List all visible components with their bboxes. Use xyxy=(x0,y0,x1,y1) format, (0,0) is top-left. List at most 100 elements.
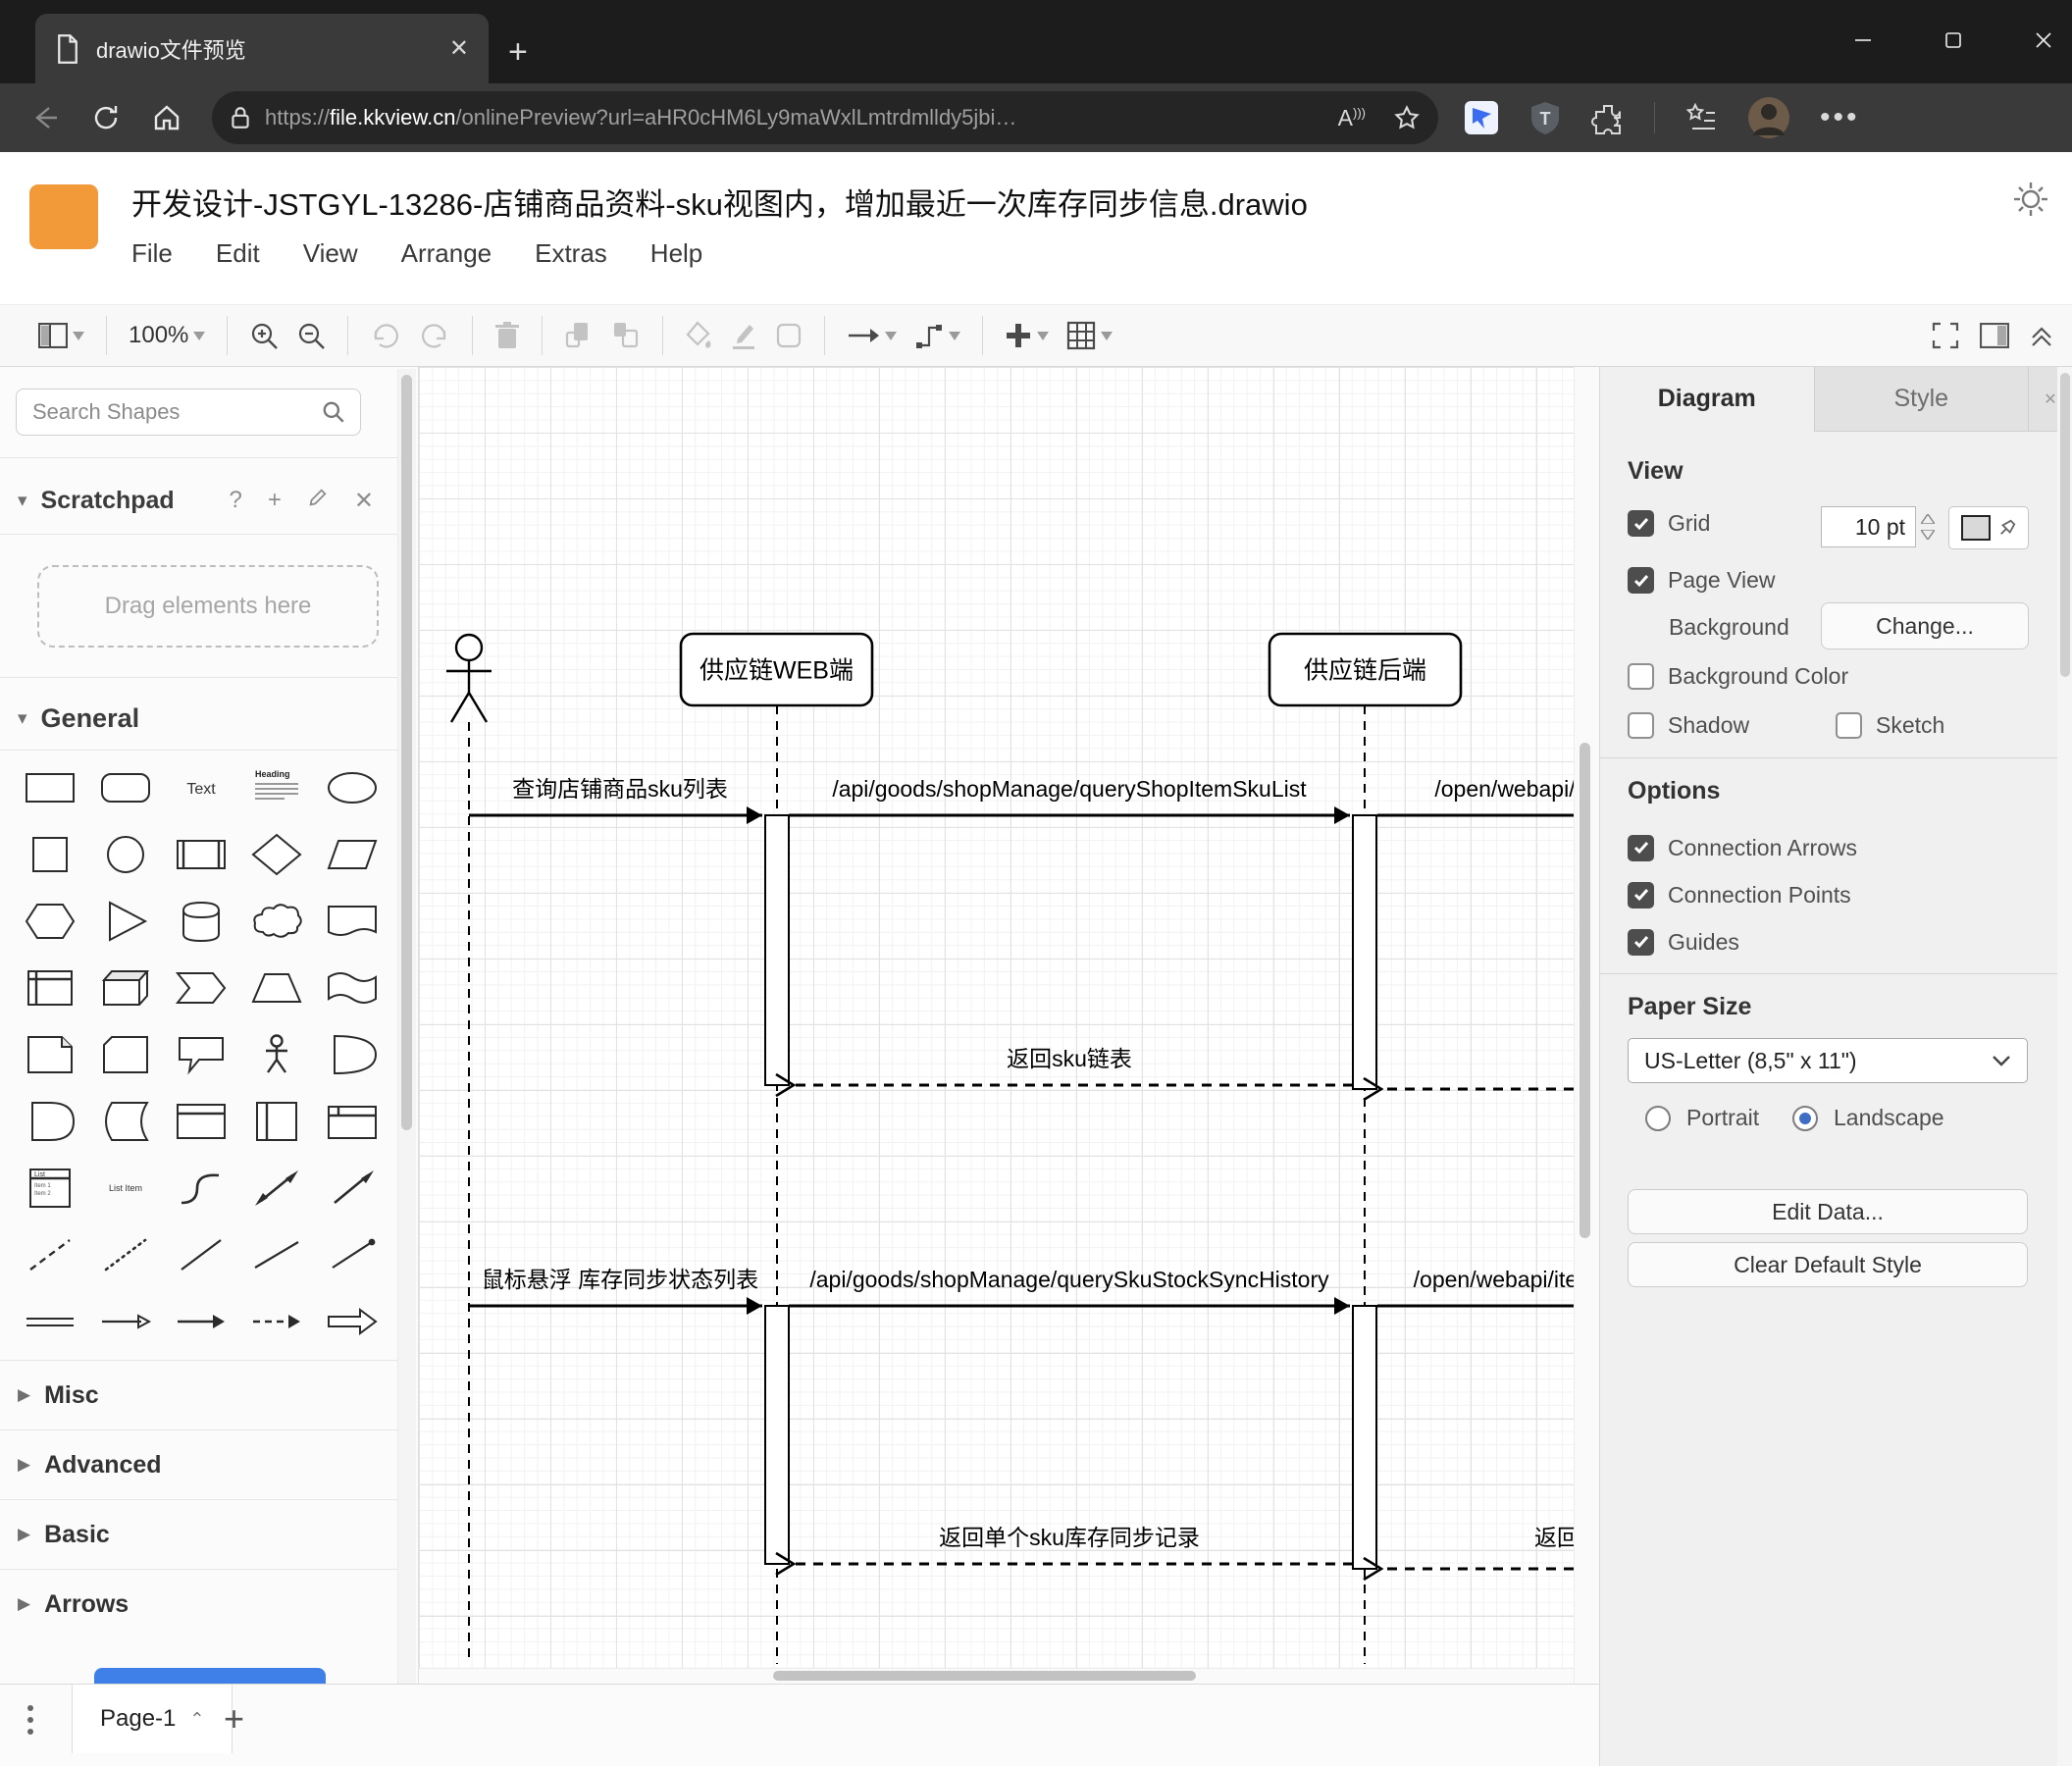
shape-text[interactable]: Text xyxy=(163,754,238,821)
edit-data-button[interactable]: Edit Data... xyxy=(1628,1189,2028,1234)
landscape-radio[interactable] xyxy=(1792,1105,1818,1131)
zoom-level-button[interactable]: 100% xyxy=(120,312,214,359)
shape-line[interactable] xyxy=(163,1221,238,1288)
section-advanced[interactable]: ▶ Advanced xyxy=(0,1429,397,1499)
shape-internal-storage[interactable] xyxy=(12,955,87,1021)
shape-filled-arrow[interactable] xyxy=(314,1288,389,1355)
shape-horizontal-container[interactable] xyxy=(314,1088,389,1155)
shape-ellipse[interactable] xyxy=(314,754,389,821)
line-color-button[interactable] xyxy=(721,312,766,359)
edit-scratchpad-icon[interactable] xyxy=(307,487,329,515)
read-aloud-icon[interactable]: A))) xyxy=(1338,105,1366,131)
window-minimize-button[interactable] xyxy=(1840,18,1886,63)
close-scratchpad-icon[interactable]: ✕ xyxy=(354,487,374,515)
shape-trapezoid[interactable] xyxy=(238,955,314,1021)
canvas-vertical-scrollbar-thumb[interactable] xyxy=(1580,743,1590,1238)
shape-actor[interactable] xyxy=(238,1021,314,1088)
search-input[interactable] xyxy=(30,398,321,426)
tab-close-icon[interactable]: ✕ xyxy=(449,34,469,63)
shape-rounded-rectangle[interactable] xyxy=(87,754,163,821)
profile-avatar[interactable] xyxy=(1747,96,1790,139)
settings-ellipsis-icon[interactable]: ••• xyxy=(1820,101,1860,134)
shield-extension-icon[interactable]: T xyxy=(1528,100,1562,135)
scratchpad-header[interactable]: ▾ Scratchpad ? + ✕ xyxy=(0,469,397,532)
shape-list-item[interactable]: List Item xyxy=(87,1155,163,1221)
shape-tape[interactable] xyxy=(314,955,389,1021)
shape-textbox[interactable]: Heading xyxy=(238,754,314,821)
delete-button[interactable] xyxy=(486,312,529,359)
background-color-checkbox[interactable] xyxy=(1628,663,1654,690)
tab-style[interactable]: Style xyxy=(1813,367,2028,431)
shape-hexagon[interactable] xyxy=(12,888,87,955)
connection-button[interactable] xyxy=(838,312,906,359)
grid-size-input[interactable]: 10 pt xyxy=(1821,506,1916,547)
section-arrows[interactable]: ▶ Arrows xyxy=(0,1569,397,1638)
fill-color-button[interactable] xyxy=(676,312,721,359)
search-shapes-box[interactable] xyxy=(16,389,361,436)
home-icon[interactable] xyxy=(151,102,182,133)
shape-note[interactable] xyxy=(12,1021,87,1088)
canvas-page-grid[interactable]: 查询店铺商品sku列表/api/goods/shopManage/querySh… xyxy=(419,367,1574,1684)
shape-vertical-container[interactable] xyxy=(238,1088,314,1155)
waypoints-button[interactable] xyxy=(906,312,969,359)
window-maximize-button[interactable] xyxy=(1931,18,1976,63)
grid-size-stepper[interactable] xyxy=(1917,506,1939,547)
shape-curve[interactable] xyxy=(163,1155,238,1221)
menu-edit[interactable]: Edit xyxy=(216,238,260,269)
paper-size-select[interactable]: US-Letter (8,5" x 11") xyxy=(1628,1038,2028,1083)
undo-button[interactable] xyxy=(361,312,410,359)
page-view-checkbox[interactable] xyxy=(1628,567,1654,594)
shape-circle[interactable] xyxy=(87,821,163,888)
address-bar[interactable]: https://file.kkview.cn/onlinePreview?url… xyxy=(212,91,1438,144)
shape-parallelogram[interactable] xyxy=(314,821,389,888)
shape-data-storage[interactable] xyxy=(87,1088,163,1155)
panel-scrollbar-thumb[interactable] xyxy=(2060,373,2070,677)
new-tab-button[interactable]: + xyxy=(508,33,528,72)
menu-view[interactable]: View xyxy=(303,238,358,269)
grid-checkbox[interactable] xyxy=(1628,510,1654,537)
shape-cloud[interactable] xyxy=(238,888,314,955)
section-basic[interactable]: ▶ Basic xyxy=(0,1499,397,1569)
shape-horizontal-arrow[interactable] xyxy=(87,1288,163,1355)
shape-style-button[interactable] xyxy=(766,312,811,359)
to-back-button[interactable] xyxy=(602,312,649,359)
collapse-button[interactable] xyxy=(2029,323,2054,348)
shape-callout[interactable] xyxy=(163,1021,238,1088)
favorite-star-icon[interactable] xyxy=(1393,104,1421,131)
grid-color-button[interactable] xyxy=(1948,506,2029,549)
portrait-option[interactable]: Portrait xyxy=(1645,1105,1759,1131)
bird-extension-icon[interactable] xyxy=(1464,100,1499,135)
sketch-checkbox[interactable] xyxy=(1836,712,1862,739)
shape-list[interactable]: List Item 1 Item 2 xyxy=(12,1155,87,1221)
shape-diagonal-arrow[interactable] xyxy=(314,1155,389,1221)
shape-and[interactable] xyxy=(12,1088,87,1155)
checkbox[interactable] xyxy=(1628,928,1654,956)
help-icon[interactable]: ? xyxy=(230,487,242,515)
shape-endpoint-line[interactable] xyxy=(314,1221,389,1288)
zoom-in-button[interactable] xyxy=(240,312,287,359)
to-front-button[interactable] xyxy=(555,312,602,359)
menu-arrange[interactable]: Arrange xyxy=(401,238,492,269)
section-misc[interactable]: ▶ Misc xyxy=(0,1360,397,1429)
sidebar-scrollbar-thumb[interactable] xyxy=(401,375,412,1130)
tab-diagram[interactable]: Diagram xyxy=(1600,367,1814,432)
clear-default-style-button[interactable]: Clear Default Style xyxy=(1628,1242,2028,1287)
page-tab[interactable]: Page-1 ⌃ xyxy=(72,1685,233,1753)
shape-card[interactable] xyxy=(87,1021,163,1088)
insert-button[interactable] xyxy=(996,312,1058,359)
collections-icon[interactable] xyxy=(1684,101,1718,134)
shape-document[interactable] xyxy=(314,888,389,955)
landscape-option[interactable]: Landscape xyxy=(1792,1105,1944,1131)
canvas-horizontal-scrollbar-thumb[interactable] xyxy=(773,1671,1196,1681)
format-panel-button[interactable] xyxy=(1980,323,2009,348)
pages-menu-icon[interactable] xyxy=(24,1702,37,1738)
shape-or[interactable] xyxy=(314,1021,389,1088)
shape-dashed-line[interactable] xyxy=(12,1221,87,1288)
fullscreen-button[interactable] xyxy=(1931,321,1960,350)
change-background-button[interactable]: Change... xyxy=(1821,602,2029,649)
window-close-button[interactable] xyxy=(2021,18,2066,63)
browser-tab[interactable]: drawio文件预览 ✕ xyxy=(35,14,489,83)
shape-cube[interactable] xyxy=(87,955,163,1021)
shape-link[interactable] xyxy=(12,1288,87,1355)
portrait-radio[interactable] xyxy=(1645,1105,1671,1131)
